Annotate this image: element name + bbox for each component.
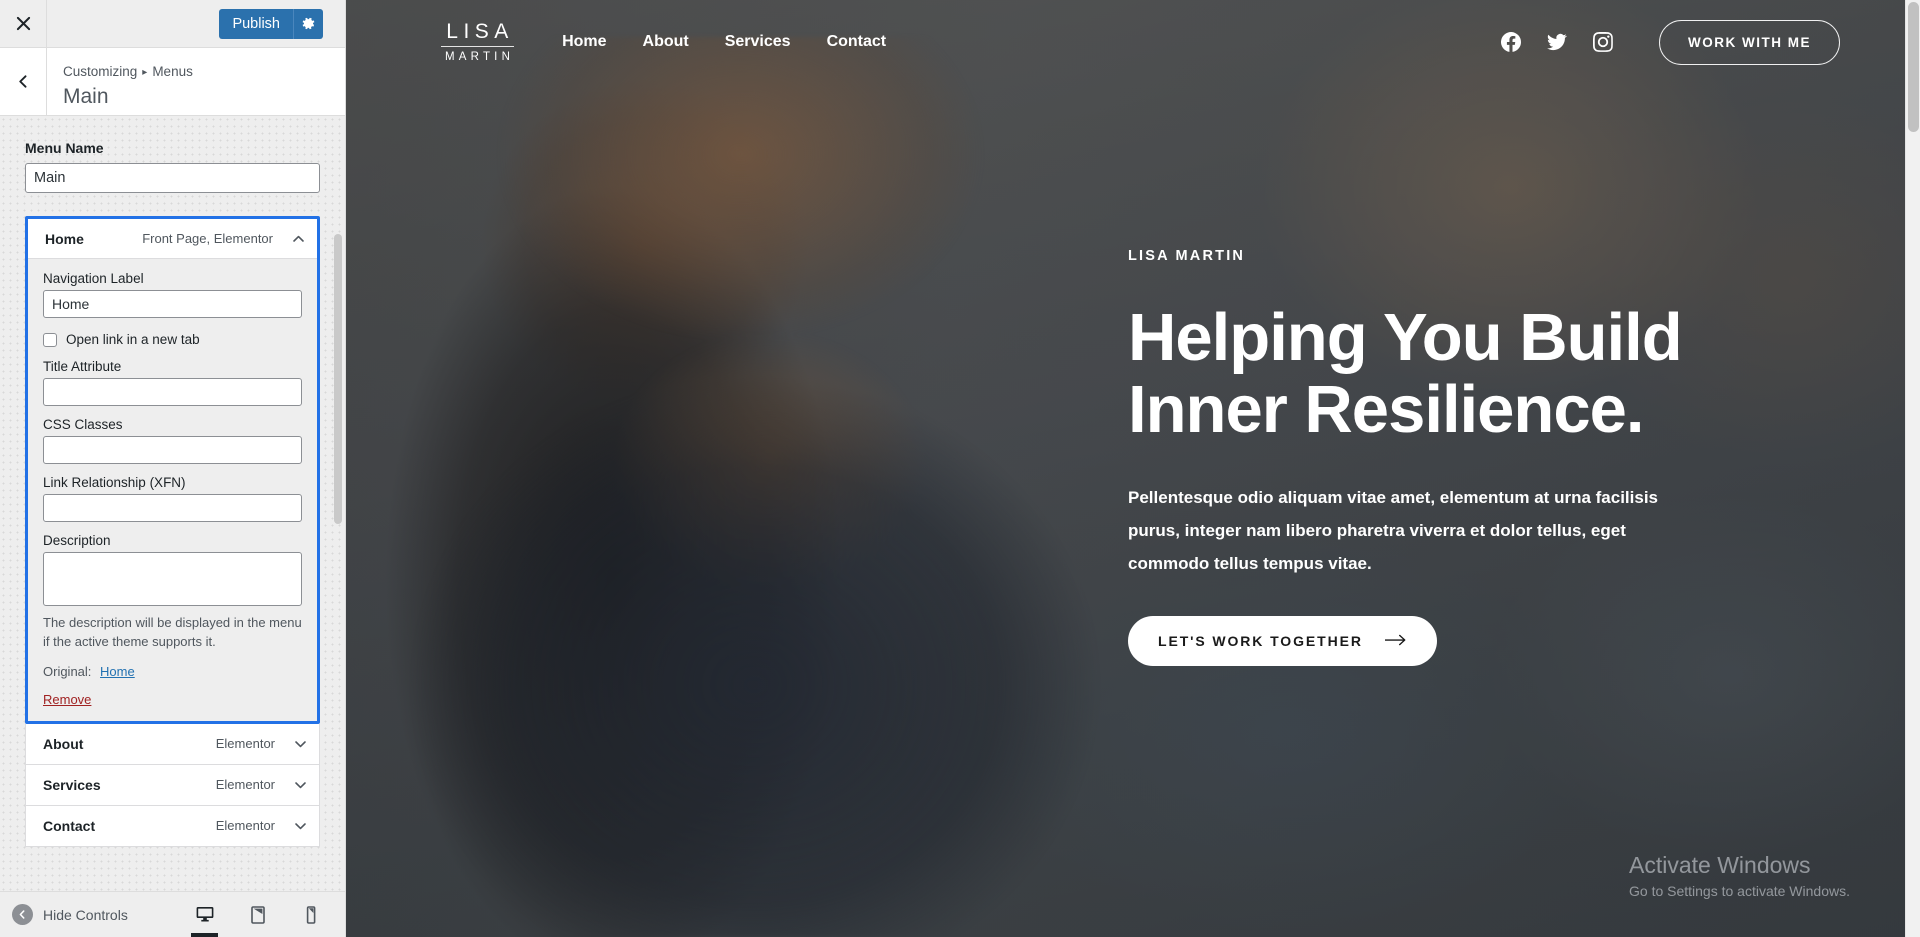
- chevron-down-icon[interactable]: [284, 781, 306, 789]
- open-new-tab-row[interactable]: Open link in a new tab: [43, 332, 302, 347]
- gear-icon[interactable]: [293, 8, 323, 39]
- nav-link-services[interactable]: Services: [725, 33, 791, 51]
- menu-item-header[interactable]: Services Elementor: [26, 764, 319, 805]
- menu-name-label: Menu Name: [25, 140, 104, 156]
- nav-link-contact[interactable]: Contact: [827, 33, 887, 51]
- chevron-down-icon[interactable]: [284, 822, 306, 830]
- hero-title: Helping You Build Inner Resilience.: [1128, 300, 1768, 448]
- customizer-footer: Hide Controls: [0, 891, 345, 937]
- hero-section: LISA MARTIN Helping You Build Inner Resi…: [1128, 248, 1768, 667]
- cta-label: LET'S WORK TOGETHER: [1158, 633, 1363, 650]
- page-scrollbar[interactable]: [1905, 0, 1920, 937]
- publish-button[interactable]: Publish: [219, 8, 293, 39]
- instagram-icon[interactable]: [1593, 32, 1613, 52]
- open-new-tab-checkbox[interactable]: [43, 332, 57, 347]
- sidebar-scrollbar[interactable]: [334, 234, 342, 524]
- site-header-right: WORK WITH ME: [1501, 19, 1840, 65]
- hero-title-line-2: Inner Resilience.: [1128, 372, 1644, 448]
- collapse-icon: [12, 904, 33, 925]
- site-preview: LISA MARTIN Home About Services Contact: [346, 0, 1920, 937]
- customizer-scroll-area: Menu Name Home Front Page, Elementor: [0, 116, 345, 891]
- menu-item-type: Front Page, Elementor: [142, 231, 273, 246]
- publish-group: Publish: [219, 8, 345, 39]
- customizer-topbar: Publish: [0, 0, 345, 48]
- device-mobile-button[interactable]: [294, 892, 327, 937]
- description-label: Description: [43, 533, 111, 548]
- css-classes-label: CSS Classes: [43, 417, 123, 432]
- device-preview-group: [188, 892, 327, 937]
- menu-item-header[interactable]: Contact Elementor: [26, 805, 319, 846]
- xfn-label: Link Relationship (XFN): [43, 475, 186, 490]
- back-icon[interactable]: [0, 48, 47, 115]
- device-desktop-button[interactable]: [188, 892, 221, 937]
- menu-name-input[interactable]: [25, 163, 320, 193]
- close-icon[interactable]: [0, 0, 47, 47]
- menu-item-type: Elementor: [215, 777, 275, 793]
- navigation-label-input[interactable]: [43, 290, 302, 318]
- site-header: LISA MARTIN Home About Services Contact: [346, 0, 1920, 84]
- customizer-app: Publish Customizing ▸ Menus Main Menu Na…: [0, 0, 1920, 937]
- customizer-body: Menu Name Home Front Page, Elementor: [0, 116, 345, 891]
- xfn-input[interactable]: [43, 494, 302, 522]
- page-title: Main: [63, 85, 109, 109]
- site-nav-links: Home About Services Contact: [562, 33, 886, 51]
- description-help-text: The description will be displayed in the…: [43, 615, 302, 649]
- menu-item-type: Elementor: [215, 818, 275, 834]
- menu-item-title: Contact: [43, 817, 96, 834]
- menu-item-title: Home: [45, 230, 84, 247]
- work-with-me-button[interactable]: WORK WITH ME: [1659, 19, 1840, 65]
- hide-controls-button[interactable]: Hide Controls: [12, 904, 128, 925]
- chevron-up-icon[interactable]: [282, 235, 304, 243]
- css-classes-input[interactable]: [43, 436, 302, 464]
- open-new-tab-label: Open link in a new tab: [66, 332, 200, 347]
- page-scrollbar-thumb[interactable]: [1908, 2, 1919, 132]
- menu-item-type: Elementor: [215, 736, 275, 752]
- original-link[interactable]: Home: [100, 664, 135, 679]
- header-text: Customizing ▸ Menus Main: [47, 48, 193, 115]
- twitter-icon[interactable]: [1547, 32, 1568, 52]
- description-textarea[interactable]: [43, 552, 302, 606]
- hero-eyebrow: LISA MARTIN: [1128, 248, 1246, 264]
- menu-item-header[interactable]: Home Front Page, Elementor: [28, 219, 317, 259]
- original-label: Original:: [43, 663, 92, 679]
- menu-item-settings: Navigation Label Open link in a new tab …: [28, 259, 317, 721]
- menu-item-services[interactable]: Services Elementor: [25, 764, 320, 806]
- navigation-label-label: Navigation Label: [43, 271, 144, 286]
- customizer-header: Customizing ▸ Menus Main: [0, 48, 345, 116]
- facebook-icon[interactable]: [1501, 32, 1522, 52]
- social-links: [1501, 32, 1613, 52]
- hero-title-line-1: Helping You Build: [1128, 300, 1683, 375]
- menu-item-header[interactable]: About Elementor: [26, 723, 319, 764]
- chevron-down-icon[interactable]: [284, 740, 306, 748]
- breadcrumb-root[interactable]: Customizing: [63, 63, 137, 82]
- original-row: Original: Home: [43, 664, 302, 679]
- logo-line-1: LISA: [446, 19, 514, 43]
- nav-link-about[interactable]: About: [643, 33, 689, 51]
- hide-controls-label: Hide Controls: [43, 906, 128, 923]
- menu-item-home[interactable]: Home Front Page, Elementor Navigation La…: [25, 216, 320, 724]
- menu-items-list: Home Front Page, Elementor Navigation La…: [25, 216, 320, 847]
- remove-link[interactable]: Remove: [43, 692, 91, 707]
- breadcrumb: Customizing ▸ Menus: [63, 63, 193, 82]
- lets-work-together-button[interactable]: LET'S WORK TOGETHER: [1128, 616, 1437, 667]
- hero-paragraph: Pellentesque odio aliquam vitae amet, el…: [1128, 487, 1659, 573]
- breadcrumb-separator-icon: ▸: [142, 66, 148, 78]
- logo-line-2: MARTIN: [445, 50, 515, 63]
- breadcrumb-section[interactable]: Menus: [152, 63, 193, 82]
- nav-link-home[interactable]: Home: [562, 33, 606, 51]
- device-tablet-button[interactable]: [241, 892, 274, 937]
- menu-item-about[interactable]: About Elementor: [25, 723, 320, 765]
- title-attribute-label: Title Attribute: [43, 359, 122, 374]
- menu-item-contact[interactable]: Contact Elementor: [25, 805, 320, 847]
- arrow-right-icon: [1384, 633, 1407, 649]
- site-logo[interactable]: LISA MARTIN: [441, 19, 515, 64]
- title-attribute-input[interactable]: [43, 378, 302, 406]
- customizer-sidebar: Publish Customizing ▸ Menus Main Menu Na…: [0, 0, 346, 937]
- menu-item-title: Services: [43, 776, 101, 793]
- menu-item-title: About: [43, 735, 84, 752]
